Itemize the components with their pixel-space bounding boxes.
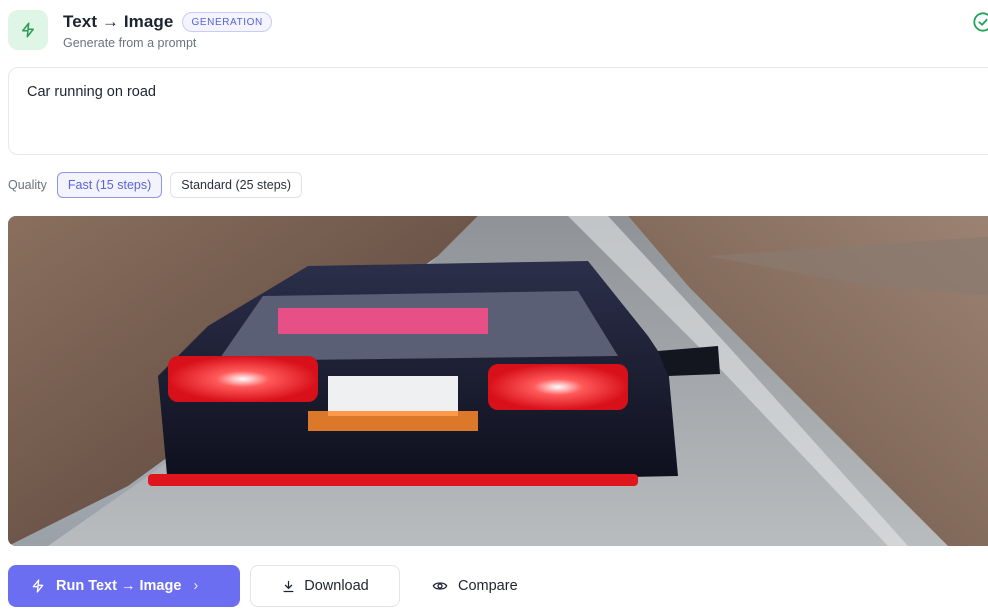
compare-button[interactable]: Compare [420, 565, 530, 607]
eye-icon [432, 582, 448, 590]
download-button-label: Download [304, 578, 369, 594]
action-bar: Run Text → Image › Download Compare [8, 565, 530, 607]
prompt-text: Car running on road [27, 84, 156, 100]
chevron-right-icon: › [193, 578, 199, 594]
generation-badge: GENERATION [182, 12, 272, 32]
run-button[interactable]: Run Text → Image › [8, 565, 240, 607]
page-title: Text → Image [63, 12, 174, 31]
download-icon [283, 580, 294, 592]
quality-standard-button[interactable]: Standard (25 steps) [170, 172, 303, 198]
generated-image [8, 216, 988, 546]
title-row: Text → Image GENERATION [63, 12, 272, 32]
run-button-label: Run Text → Image [56, 578, 182, 594]
bolt-icon [8, 10, 48, 50]
page-subtitle: Generate from a prompt [63, 36, 197, 50]
quality-selector: Quality Fast (15 steps) Standard (25 ste… [8, 172, 310, 198]
check-circle-icon [973, 12, 988, 32]
panel-header: Text → Image GENERATION Generate from a … [8, 6, 988, 52]
quality-label: Quality [8, 178, 47, 192]
quality-fast-button[interactable]: Fast (15 steps) [56, 172, 163, 198]
download-button[interactable]: Download [250, 565, 400, 607]
compare-button-label: Compare [458, 578, 518, 594]
bolt-icon [32, 579, 44, 593]
prompt-input[interactable]: Car running on road [8, 67, 988, 155]
